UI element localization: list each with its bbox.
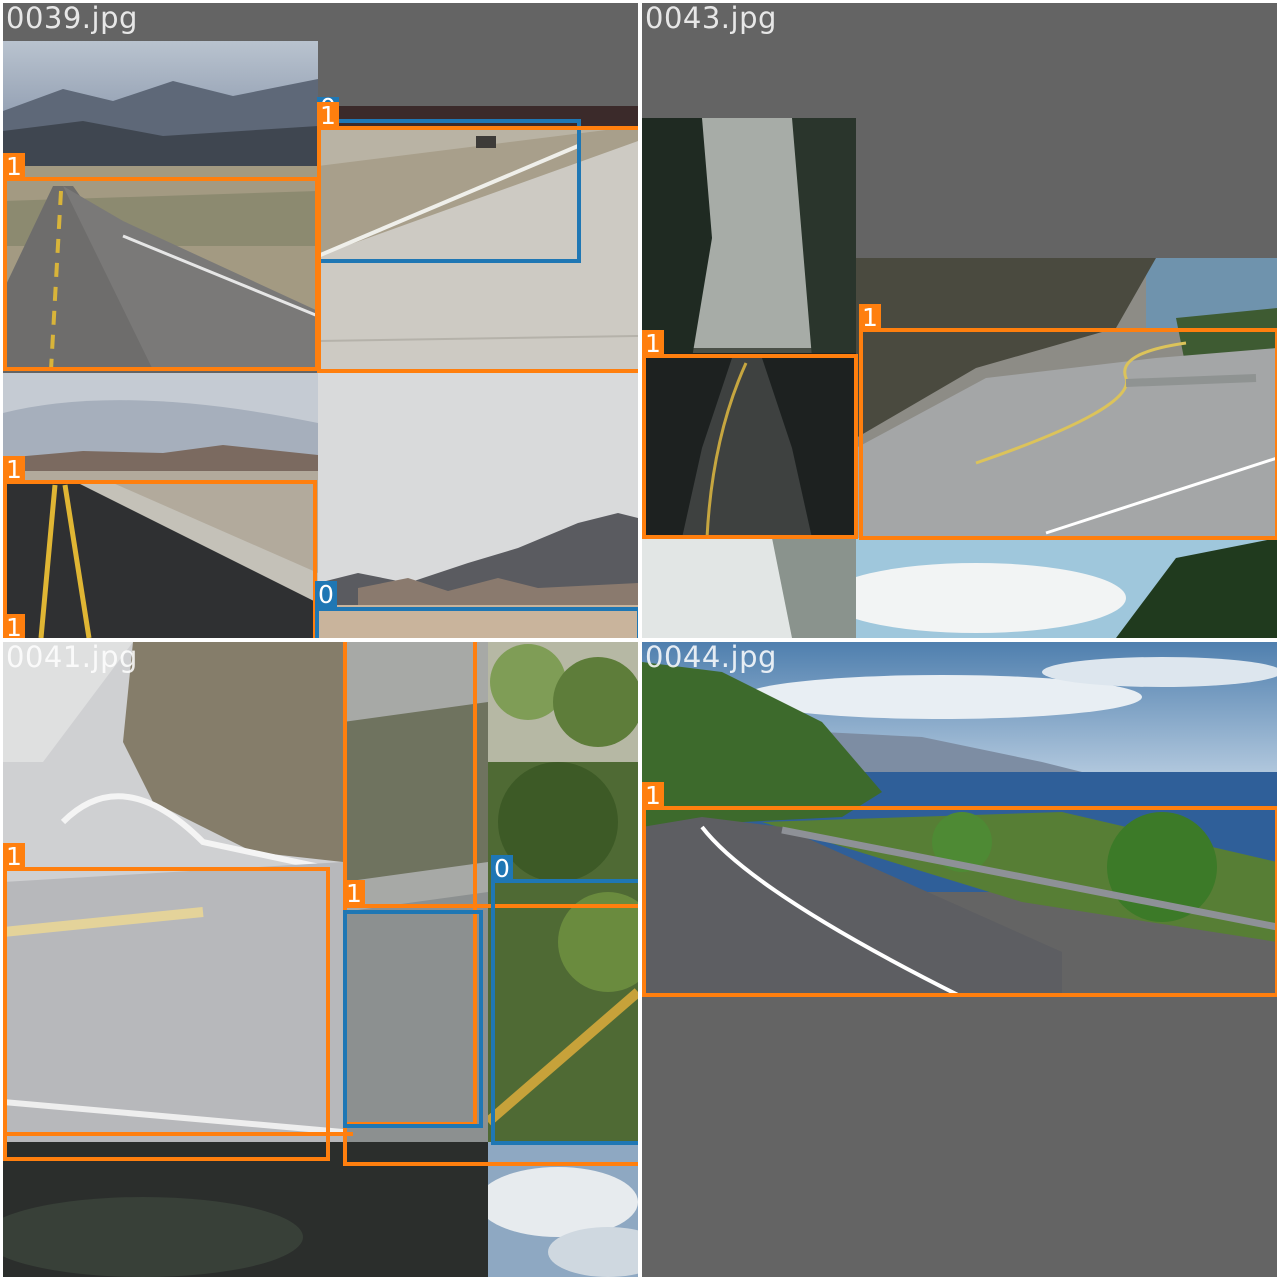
photo-fog <box>642 538 856 638</box>
bbox-label: 1 <box>859 304 881 332</box>
photo-mountain-plain <box>318 373 638 638</box>
image-filename: 0041.jpg <box>6 642 138 674</box>
bbox-label: 0 <box>315 581 337 609</box>
image-filename: 0039.jpg <box>6 3 138 35</box>
bbox-label: 1 <box>3 153 25 181</box>
bbox-other <box>343 910 483 1128</box>
bbox-road <box>642 806 1277 997</box>
bbox-road <box>3 867 330 1161</box>
bbox-label: 1 <box>3 843 25 871</box>
bbox-label: 1 <box>642 330 664 358</box>
bbox-label: 1 <box>3 456 25 484</box>
bbox-road <box>3 1132 353 1136</box>
bbox-label: 1 <box>317 102 339 130</box>
bbox-other <box>315 607 638 638</box>
bbox-road <box>317 126 638 373</box>
bbox-other <box>491 879 638 1145</box>
image-filename: 0043.jpg <box>645 3 777 35</box>
bbox-label: 0 <box>491 855 513 883</box>
bbox-road <box>3 177 319 371</box>
bbox-road <box>642 354 858 539</box>
bbox-label: 1 <box>642 782 664 810</box>
bbox-label: 1 <box>343 880 365 908</box>
mosaic-tile-0041: 1 1 0 0041.jpg <box>3 642 638 1277</box>
bbox-road <box>859 328 1277 540</box>
image-filename: 0044.jpg <box>645 642 777 674</box>
mosaic-tile-0044: 1 0044.jpg <box>642 642 1277 1277</box>
mosaic-tile-0043: 1 1 0043.jpg <box>642 3 1277 638</box>
photo-clouds <box>856 538 1277 638</box>
bbox-road <box>3 480 317 638</box>
mosaic-tile-0039: 1 0 1 1 1 0 0039.jpg <box>3 3 638 638</box>
bbox-label: 1 <box>3 614 25 638</box>
